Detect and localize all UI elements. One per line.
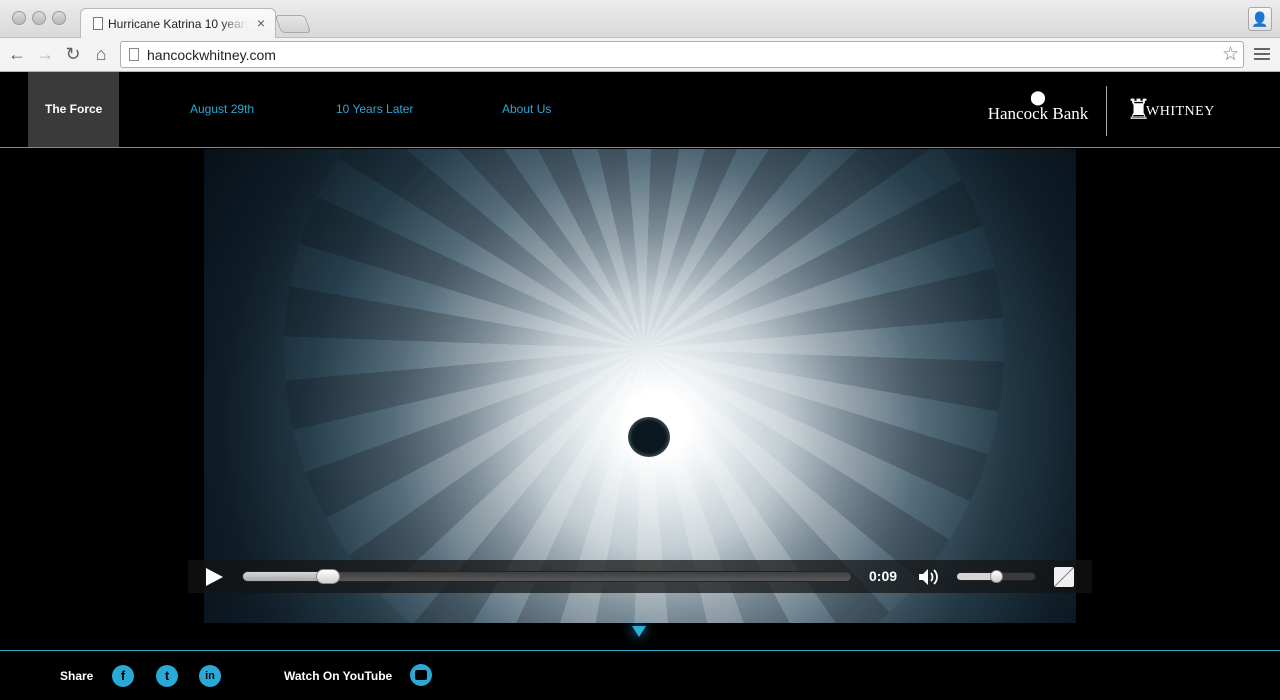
youtube-icon[interactable] bbox=[410, 664, 432, 686]
volume-handle[interactable] bbox=[990, 570, 1003, 583]
nav-august-29th[interactable]: August 29th bbox=[190, 72, 254, 147]
logo-divider bbox=[1106, 86, 1107, 136]
volume-icon[interactable] bbox=[918, 568, 940, 586]
profile-icon[interactable]: 👤 bbox=[1248, 7, 1272, 31]
nav-the-force[interactable]: The Force bbox=[28, 72, 120, 147]
play-icon[interactable] bbox=[206, 568, 223, 586]
facebook-icon[interactable]: f bbox=[112, 665, 134, 687]
hancock-bank-logo[interactable]: ⬤ Hancock Bank bbox=[986, 90, 1090, 126]
browser-tab[interactable]: Hurricane Katrina 10 years × bbox=[80, 8, 276, 39]
browser-toolbar: ← → ↻ ⌂ hancockwhitney.com ☆ bbox=[0, 38, 1280, 72]
forward-icon[interactable]: → bbox=[34, 42, 56, 66]
seek-bar[interactable] bbox=[242, 569, 852, 584]
page-icon bbox=[93, 17, 103, 30]
bookmark-star-icon[interactable]: ☆ bbox=[1222, 43, 1239, 66]
current-time: 0:09 bbox=[869, 568, 898, 584]
twitter-icon[interactable]: t bbox=[156, 665, 178, 687]
tab-close-icon[interactable]: × bbox=[257, 15, 265, 31]
zoom-window-button[interactable] bbox=[52, 11, 66, 25]
video-controls: 0:09 bbox=[188, 560, 1092, 593]
linkedin-icon[interactable]: in bbox=[199, 665, 221, 687]
fullscreen-icon[interactable] bbox=[1054, 567, 1074, 587]
hancock-logo-text: Hancock Bank bbox=[987, 104, 1089, 123]
tab-title: Hurricane Katrina 10 years bbox=[108, 17, 248, 31]
url-text[interactable]: hancockwhitney.com bbox=[147, 47, 276, 63]
menu-icon[interactable] bbox=[1254, 45, 1270, 63]
home-icon[interactable]: ⌂ bbox=[90, 42, 112, 66]
hurricane-clouds bbox=[284, 149, 1004, 623]
scroll-down-arrow-icon[interactable] bbox=[632, 626, 646, 637]
whitney-logo-text: WHITNEY bbox=[1146, 104, 1215, 119]
seek-handle[interactable] bbox=[316, 569, 341, 584]
hurricane-eye bbox=[628, 417, 670, 457]
whitney-logo[interactable]: ♜ WHITNEY bbox=[1124, 90, 1214, 134]
site-header: The Force August 29th 10 Years Later Abo… bbox=[0, 72, 1280, 148]
reload-icon[interactable]: ↻ bbox=[62, 42, 84, 66]
watch-on-youtube-link[interactable]: Watch On YouTube bbox=[284, 669, 392, 683]
page-icon bbox=[129, 48, 139, 61]
hancock-emblem-icon: ⬤ bbox=[1030, 89, 1046, 105]
close-window-button[interactable] bbox=[12, 11, 26, 25]
new-tab-button[interactable] bbox=[274, 15, 312, 33]
footer-bar: Share f t in Watch On YouTube bbox=[0, 650, 1280, 700]
volume-slider[interactable] bbox=[956, 570, 1036, 583]
minimize-window-button[interactable] bbox=[32, 11, 46, 25]
hurricane-video[interactable] bbox=[204, 149, 1076, 623]
nav-10-years-later[interactable]: 10 Years Later bbox=[336, 72, 413, 147]
browser-tab-strip: Hurricane Katrina 10 years × 👤 bbox=[0, 0, 1280, 39]
address-bar[interactable]: hancockwhitney.com ☆ bbox=[120, 41, 1244, 68]
share-label: Share bbox=[60, 669, 94, 683]
back-icon[interactable]: ← bbox=[6, 42, 28, 66]
nav-about-us[interactable]: About Us bbox=[502, 72, 551, 147]
